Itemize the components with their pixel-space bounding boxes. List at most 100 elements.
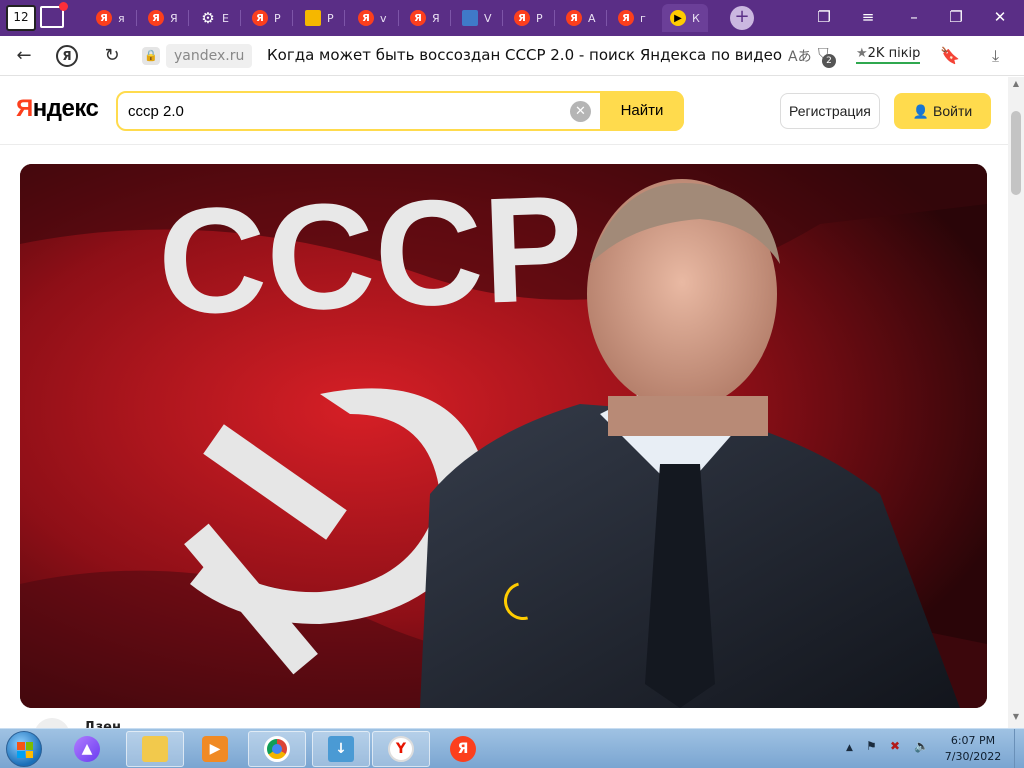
address-bar: ← Я ↻ 🔒 yandex.ru Когда может быть воссо… — [0, 36, 1024, 76]
search-box: ✕ Найти — [116, 91, 684, 131]
browser-tab[interactable]: Я А — [566, 4, 596, 32]
menu-icon[interactable]: ≡ — [858, 8, 878, 26]
translate-icon[interactable]: Aあ — [788, 46, 812, 66]
clear-search-icon[interactable]: ✕ — [570, 101, 591, 122]
taskbar-chrome[interactable] — [248, 731, 306, 767]
page-scrollbar[interactable]: ▲ ▼ — [1008, 77, 1024, 728]
yandex-logo[interactable]: Яндекс — [16, 95, 99, 123]
url-domain[interactable]: yandex.ru — [166, 44, 253, 68]
search-input[interactable] — [128, 99, 568, 123]
neck — [608, 396, 768, 436]
tab-label: Р — [274, 11, 281, 25]
show-hidden-icons[interactable]: ▲ — [846, 743, 853, 753]
tab-separator — [606, 10, 607, 26]
register-button[interactable]: Регистрация — [780, 93, 880, 129]
browser-tab[interactable]: Я Р — [252, 4, 281, 32]
taskbar-alice[interactable]: ▲ — [58, 731, 116, 767]
login-button[interactable]: 👤 Войти — [894, 93, 991, 129]
logo-rest: ндекс — [32, 95, 99, 122]
tab-label: Р — [327, 11, 334, 25]
tab-separator — [240, 10, 241, 26]
reviews-rating[interactable]: ★2K пікір — [856, 46, 921, 64]
tab-label: V — [484, 11, 492, 25]
network-warning-icon[interactable]: ✖ — [890, 739, 900, 753]
rating-text: 2K пікір — [867, 46, 921, 61]
taskbar-yandex-browser[interactable]: Y — [372, 731, 430, 767]
browser-tab[interactable]: Я Я — [148, 4, 178, 32]
new-tab-button[interactable]: + — [730, 6, 754, 30]
video-player[interactable]: СССР — [20, 164, 987, 708]
yandex-favicon-icon: Я — [618, 10, 634, 26]
tab-label: К — [692, 11, 700, 25]
tab-separator — [188, 10, 189, 26]
collections-icon[interactable]: ❐ — [814, 8, 834, 26]
yandex-favicon-icon: Я — [96, 10, 112, 26]
browser-tab[interactable]: Я г — [618, 4, 646, 32]
browser-tab[interactable]: ⚙ E — [200, 4, 229, 32]
volume-icon[interactable]: 🔈 — [914, 739, 929, 753]
bookmark-icon[interactable]: 🔖 — [940, 46, 960, 65]
restore-icon[interactable]: ❐ — [946, 8, 966, 26]
notification-count-badge: 2 — [822, 54, 836, 68]
browser-tab[interactable]: Я Я — [410, 4, 440, 32]
gear-icon: ⚙ — [201, 9, 215, 27]
browser-tab-strip: 12 Я я Я Я ⚙ E Я Р Р Я v Я Я V Я Р Я А Я… — [0, 0, 1024, 36]
reload-icon[interactable]: ↻ — [100, 44, 124, 68]
tab-count-label: 12 — [13, 10, 29, 24]
download-icon[interactable]: ⤓ — [992, 46, 999, 66]
clock-date: 7/30/2022 — [944, 750, 1002, 763]
browser-tab-active[interactable]: ▶ К — [662, 4, 708, 32]
yandex-favicon-icon: Я — [514, 10, 530, 26]
lock-icon[interactable]: 🔒 — [142, 47, 160, 65]
minimize-icon[interactable]: – — [904, 8, 924, 26]
clock-time: 6:07 PM — [950, 734, 996, 747]
login-label: Войти — [933, 103, 973, 119]
notification-dot — [59, 2, 68, 11]
play-favicon-icon: ▶ — [670, 10, 686, 26]
tab-label: А — [588, 11, 596, 25]
yandex-button-icon[interactable]: Я — [56, 45, 78, 67]
action-center-icon[interactable]: ⚑ — [866, 739, 877, 753]
tab-separator — [292, 10, 293, 26]
taskbar-downloader[interactable]: ↓ — [312, 731, 370, 767]
scroll-down-arrow-icon[interactable]: ▼ — [1008, 712, 1024, 726]
video-frame: СССР — [20, 164, 987, 708]
taskbar-yandex[interactable]: Я — [434, 731, 492, 767]
find-button[interactable]: Найти — [600, 91, 684, 131]
back-arrow-icon[interactable]: ← — [12, 44, 36, 68]
windows-taskbar: ▲ ▶ ↓ Y Я ▲ ⚑ ✖ 🔈 6:07 PM 7/30/2022 — [0, 728, 1024, 768]
windows-logo-icon — [17, 742, 33, 758]
yandex-header: Яндекс ✕ Найти Регистрация 👤 Войти — [0, 77, 1008, 145]
tab-separator — [136, 10, 137, 26]
media-player-icon: ▶ — [202, 736, 228, 762]
banner-text: СССР — [155, 164, 586, 346]
tab-label: г — [640, 11, 646, 25]
browser-tab[interactable]: Я я — [96, 4, 125, 32]
close-icon[interactable]: ✕ — [990, 8, 1010, 26]
tab-separator — [344, 10, 345, 26]
tab-groups-icon[interactable] — [40, 2, 68, 28]
taskbar-explorer[interactable] — [126, 731, 184, 767]
tab-count-button[interactable]: 12 — [6, 5, 36, 31]
browser-tab[interactable]: Р — [305, 4, 334, 32]
scroll-thumb[interactable] — [1011, 111, 1021, 195]
browser-tab[interactable]: Я Р — [514, 4, 543, 32]
system-clock[interactable]: 6:07 PM 7/30/2022 — [940, 733, 1006, 765]
browser-tab[interactable]: V — [462, 4, 492, 32]
yandex-favicon-icon: Я — [358, 10, 374, 26]
yandex-app-icon: Я — [450, 736, 476, 762]
browser-tab[interactable]: Я v — [358, 4, 387, 32]
logo-first-letter: Я — [16, 95, 33, 122]
scroll-up-arrow-icon[interactable]: ▲ — [1008, 79, 1024, 93]
tab-label: Я — [432, 11, 440, 25]
show-desktop-button[interactable] — [1014, 729, 1024, 768]
taskbar-media-player[interactable]: ▶ — [186, 731, 244, 767]
tab-label: v — [380, 11, 387, 25]
tab-label: я — [118, 11, 125, 25]
page-title[interactable]: Когда может быть воссоздан СССР 2.0 - по… — [267, 46, 782, 64]
tab-separator — [554, 10, 555, 26]
start-button[interactable] — [6, 731, 42, 767]
alice-assistant-icon: ▲ — [74, 736, 100, 762]
tab-separator — [398, 10, 399, 26]
yandex-favicon-icon: Я — [410, 10, 426, 26]
